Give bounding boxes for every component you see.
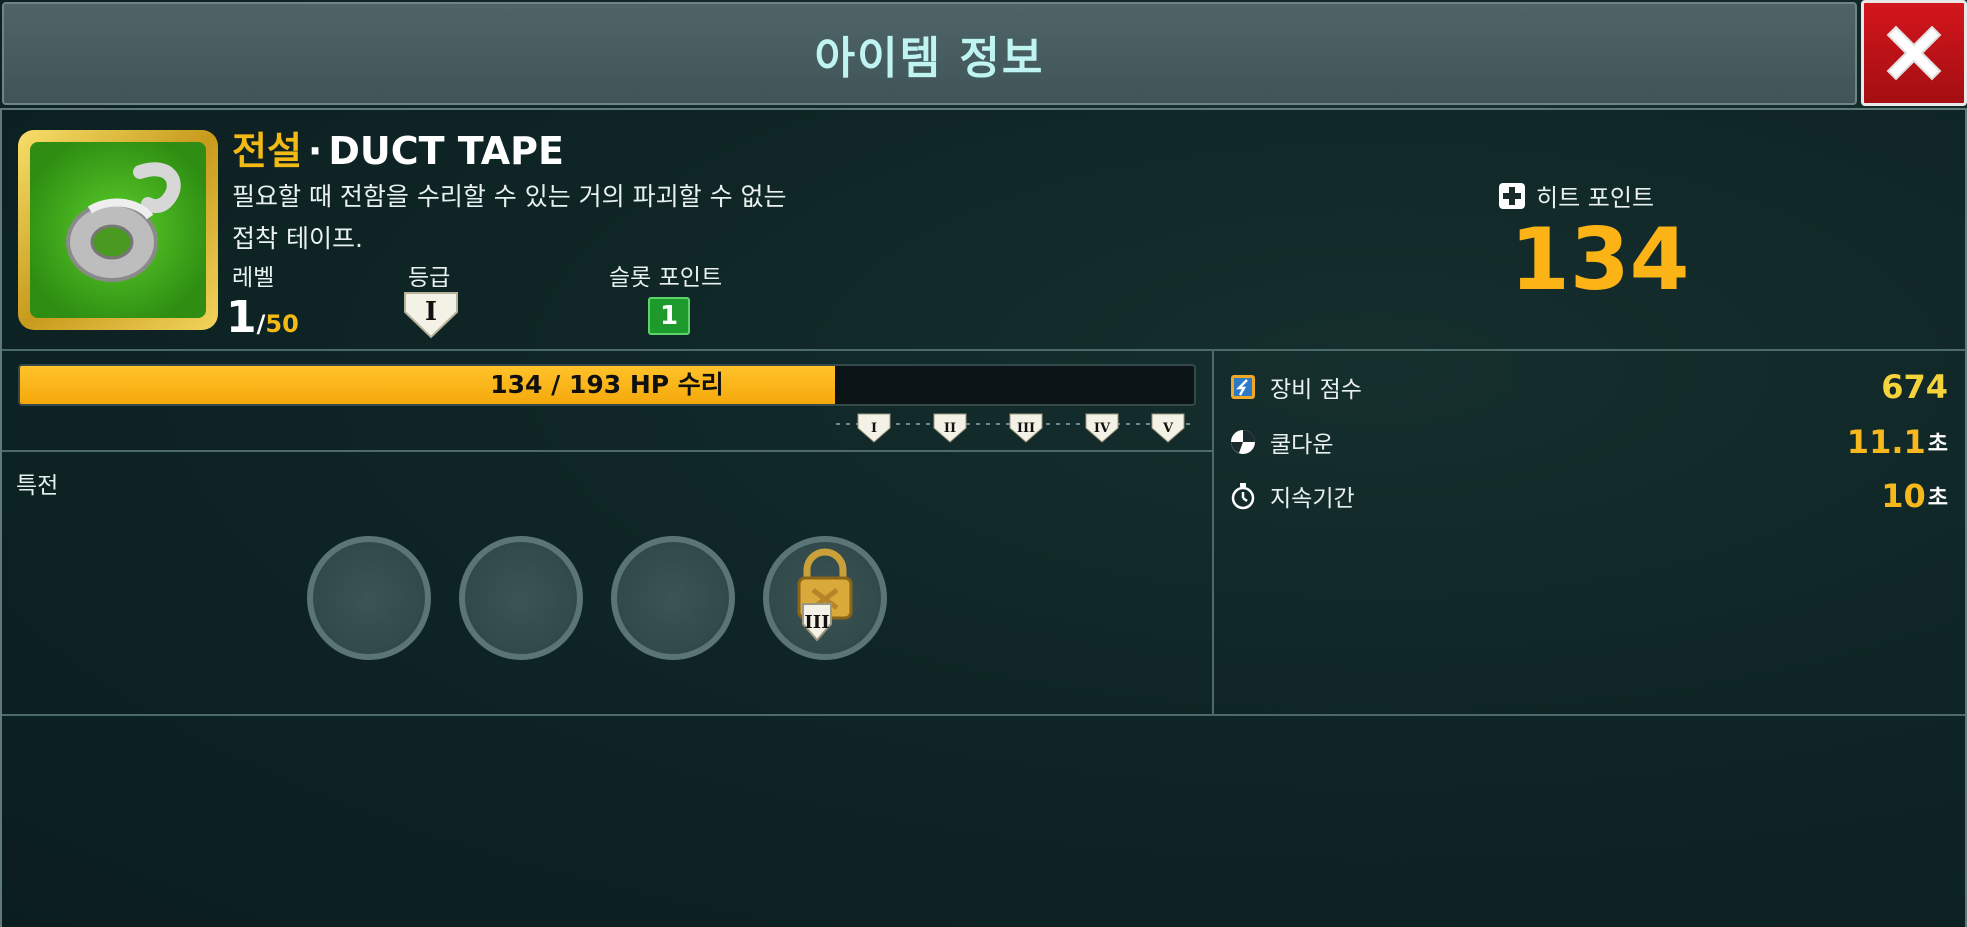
item-name-text: DUCT TAPE: [328, 129, 564, 173]
tier-label: III: [1017, 421, 1035, 436]
item-icon-frame: [18, 130, 218, 330]
stopwatch-icon: [1228, 481, 1258, 511]
title-bar: 아이템 정보: [2, 2, 1857, 105]
duct-tape-icon: [30, 142, 206, 318]
perk-slot-locked[interactable]: III: [763, 536, 887, 660]
stat-unit: 초: [1927, 486, 1948, 511]
divider: [2, 349, 1965, 351]
tier-label: II: [944, 421, 956, 436]
divider: [1212, 351, 1214, 714]
name-separator: ·: [307, 129, 323, 173]
repair-progress-text: 134 / 193 HP 수리: [490, 370, 724, 399]
perk-slot-empty[interactable]: [459, 536, 583, 660]
slot-points-badge: 1: [648, 297, 690, 335]
tier-markers: I II III IV V: [836, 413, 1196, 443]
stat-row-cooldown: 쿨다운 11.1 초: [1228, 422, 1948, 462]
perks-label: 특전: [16, 473, 59, 499]
repair-progress-bar: 134 / 193 HP 수리: [18, 364, 1196, 406]
gear-score-icon: [1228, 372, 1258, 402]
grade-label: 등급: [408, 265, 451, 291]
tier-label: I: [871, 421, 877, 436]
tier-marker-4: IV: [1085, 413, 1119, 443]
description-line: 접착 테이프.: [232, 224, 363, 253]
stat-value: 674: [1881, 368, 1948, 406]
stat-row-gear-score: 장비 점수 674: [1228, 367, 1948, 407]
stat-value: 10: [1881, 477, 1926, 515]
item-name: 전설 · DUCT TAPE: [232, 120, 564, 175]
tier-label: IV: [1094, 421, 1111, 436]
perk-required-tier: III: [804, 612, 829, 633]
stat-unit: 초: [1927, 432, 1948, 457]
plus-icon: [1499, 182, 1525, 209]
stat-row-duration: 지속기간 10 초: [1228, 476, 1948, 516]
stat-label: 쿨다운: [1270, 432, 1334, 458]
stat-label: 지속기간: [1270, 486, 1355, 512]
divider: [2, 450, 1212, 452]
tier-label: V: [1162, 421, 1174, 436]
close-button[interactable]: [1861, 0, 1967, 106]
tier-marker-2: II: [933, 413, 967, 443]
perk-slot-empty[interactable]: [307, 536, 431, 660]
hit-points-label-row: 히트 포인트: [1498, 178, 1654, 213]
item-description: 필요할 때 전함을 수리할 수 있는 거의 파괴할 수 없는 접착 테이프.: [232, 176, 912, 260]
rarity-label: 전설: [232, 129, 302, 173]
hit-points-value: 134: [1510, 210, 1690, 310]
cooldown-icon: [1228, 427, 1258, 457]
level-label: 레벨: [232, 265, 275, 291]
perk-slot-empty[interactable]: [611, 536, 735, 660]
page-title: 아이템 정보: [814, 32, 1045, 84]
stat-label: 장비 점수: [1270, 377, 1362, 403]
slot-points-label: 슬롯 포인트: [609, 265, 723, 291]
tier-marker-3: III: [1009, 413, 1043, 443]
padlock-icon: III: [797, 548, 853, 642]
level-value: 1/50: [226, 292, 299, 343]
grade-badge: I: [402, 290, 460, 344]
close-x-icon: [1886, 25, 1942, 81]
tier-marker-5: V: [1151, 413, 1185, 443]
level-max: 50: [265, 310, 299, 338]
grade-shield-icon: I: [404, 292, 458, 339]
divider: [2, 714, 1965, 716]
grade-value: I: [425, 297, 437, 327]
tier-marker-1: I: [857, 413, 891, 443]
level-current: 1: [226, 292, 257, 343]
hit-points-label: 히트 포인트: [1536, 184, 1655, 212]
stat-value: 11.1: [1846, 423, 1926, 461]
description-line: 필요할 때 전함을 수리할 수 있는 거의 파괴할 수 없는: [232, 182, 787, 211]
